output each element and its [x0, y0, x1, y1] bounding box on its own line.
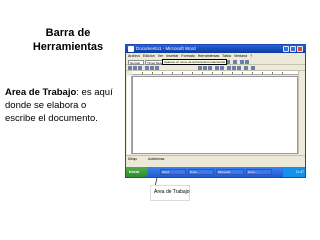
- horizontal-ruler: [132, 71, 298, 75]
- zoom-icon[interactable]: [244, 66, 248, 70]
- system-clock: 11:47: [283, 167, 305, 177]
- title-bar: Documento1 - Microsoft Word: [126, 45, 305, 53]
- menu-item-ayuda[interactable]: ?: [250, 54, 252, 58]
- undo-icon[interactable]: [215, 66, 219, 70]
- taskbar-item[interactable]: Word: [160, 169, 186, 175]
- status-bar: [126, 161, 305, 166]
- taskbar-item[interactable]: Docu...: [188, 169, 214, 175]
- word-window: Documento1 - Microsoft Word Archivo Edic…: [125, 44, 306, 178]
- print-icon[interactable]: [145, 66, 149, 70]
- menu-item-ventana[interactable]: Ventana: [234, 54, 247, 58]
- copy-icon[interactable]: [203, 66, 207, 70]
- indent-icon[interactable]: [233, 60, 237, 64]
- highlight-icon[interactable]: [240, 60, 244, 64]
- help-icon[interactable]: [251, 66, 255, 70]
- menu-item-tabla[interactable]: Tabla: [222, 54, 231, 58]
- menu-item-ver[interactable]: Ver: [158, 54, 163, 58]
- save-icon[interactable]: [138, 66, 142, 70]
- minimize-icon[interactable]: [283, 46, 289, 52]
- taskbar: Inicio Word Docu... Microsoft Docu... 11…: [126, 167, 305, 177]
- paste-icon[interactable]: [208, 66, 212, 70]
- toolbar-tooltip: Aparece un icono de la barra de herramie…: [162, 58, 228, 65]
- open-icon[interactable]: [133, 66, 137, 70]
- preview-icon[interactable]: [150, 66, 154, 70]
- font-color-icon[interactable]: [245, 60, 249, 64]
- document-work-area[interactable]: [132, 76, 298, 154]
- spelling-icon[interactable]: [155, 66, 159, 70]
- close-icon[interactable]: [297, 46, 303, 52]
- window-title: Documento1 - Microsoft Word: [136, 46, 196, 51]
- word-app-icon: [128, 46, 134, 52]
- drawing-icon[interactable]: [237, 66, 241, 70]
- workarea-callout-box: Area de Trabajo: [150, 185, 190, 201]
- cut-icon[interactable]: [198, 66, 202, 70]
- new-icon[interactable]: [128, 66, 132, 70]
- style-select[interactable]: Normal: [128, 59, 144, 65]
- start-button[interactable]: Inicio: [126, 167, 148, 177]
- menu-item-herramientas[interactable]: Herramientas: [198, 54, 220, 58]
- columns-icon[interactable]: [232, 66, 236, 70]
- maximize-icon[interactable]: [290, 46, 296, 52]
- taskbar-item[interactable]: Docu...: [246, 169, 272, 175]
- menu-item-edicion[interactable]: Edición: [143, 54, 155, 58]
- menu-item-insertar[interactable]: Insertar: [166, 54, 178, 58]
- menu-item-formato[interactable]: Formato: [181, 54, 194, 58]
- menu-item-archivo[interactable]: Archivo: [128, 54, 140, 58]
- redo-icon[interactable]: [220, 66, 224, 70]
- taskbar-item[interactable]: Microsoft: [216, 169, 244, 175]
- vertical-scrollbar[interactable]: [298, 71, 304, 154]
- table-icon[interactable]: [227, 66, 231, 70]
- slide: Barra de Herramientas Area de Trabajo: e…: [0, 0, 320, 240]
